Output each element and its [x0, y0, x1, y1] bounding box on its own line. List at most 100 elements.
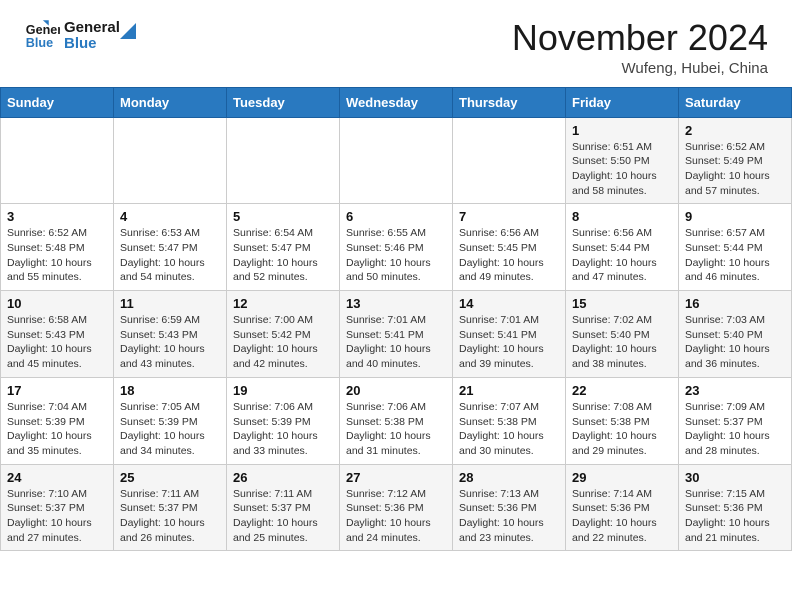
weekday-header-tuesday: Tuesday [227, 87, 340, 117]
logo-triangle-icon [118, 21, 138, 41]
calendar-day-cell: 2 Sunrise: 6:52 AMSunset: 5:49 PMDaylight… [679, 117, 792, 204]
weekday-header-thursday: Thursday [453, 87, 566, 117]
day-info: Sunrise: 7:12 AMSunset: 5:36 PMDaylight:… [346, 487, 446, 546]
weekday-header-monday: Monday [114, 87, 227, 117]
calendar-day-cell [453, 117, 566, 204]
calendar-day-cell: 25Sunrise: 7:11 AMSunset: 5:37 PMDayligh… [114, 464, 227, 551]
day-number: 4 [120, 209, 220, 224]
day-info: Sunrise: 7:00 AMSunset: 5:42 PMDaylight:… [233, 313, 333, 372]
calendar-day-cell: 6 Sunrise: 6:55 AMSunset: 5:46 PMDaylight… [340, 204, 453, 291]
day-info: Sunrise: 6:55 AMSunset: 5:46 PMDaylight:… [346, 226, 446, 285]
weekday-header-friday: Friday [566, 87, 679, 117]
calendar-day-cell: 20 Sunrise: 7:06 AMSunset: 5:38 PMDayligh… [340, 377, 453, 464]
calendar-day-cell: 21Sunrise: 7:07 AMSunset: 5:38 PMDayligh… [453, 377, 566, 464]
calendar-day-cell: 9 Sunrise: 6:57 AMSunset: 5:44 PMDaylight… [679, 204, 792, 291]
page-header: General Blue General Blue November 2024 … [0, 0, 792, 87]
calendar-week-row: 10Sunrise: 6:58 AMSunset: 5:43 PMDayligh… [1, 291, 792, 378]
day-info: Sunrise: 7:03 AMSunset: 5:40 PMDaylight:… [685, 313, 785, 372]
calendar-day-cell: 19 Sunrise: 7:06 AMSunset: 5:39 PMDayligh… [227, 377, 340, 464]
day-number: 23 [685, 383, 785, 398]
day-number: 26 [233, 470, 333, 485]
day-info: Sunrise: 6:59 AMSunset: 5:43 PMDaylight:… [120, 313, 220, 372]
month-title: November 2024 [512, 18, 768, 58]
day-number: 8 [572, 209, 672, 224]
weekday-header-wednesday: Wednesday [340, 87, 453, 117]
day-number: 27 [346, 470, 446, 485]
day-number: 10 [7, 296, 107, 311]
calendar-day-cell: 28Sunrise: 7:13 AMSunset: 5:36 PMDayligh… [453, 464, 566, 551]
calendar-table: SundayMondayTuesdayWednesdayThursdayFrid… [0, 87, 792, 552]
title-block: November 2024 Wufeng, Hubei, China [512, 18, 768, 77]
logo: General Blue General Blue [24, 18, 138, 54]
day-number: 17 [7, 383, 107, 398]
day-info: Sunrise: 7:06 AMSunset: 5:39 PMDaylight:… [233, 400, 333, 459]
day-info: Sunrise: 7:09 AMSunset: 5:37 PMDaylight:… [685, 400, 785, 459]
calendar-day-cell: 17 Sunrise: 7:04 AMSunset: 5:39 PMDayligh… [1, 377, 114, 464]
day-number: 6 [346, 209, 446, 224]
day-number: 9 [685, 209, 785, 224]
day-info: Sunrise: 6:52 AMSunset: 5:48 PMDaylight:… [7, 226, 107, 285]
calendar-header-row: SundayMondayTuesdayWednesdayThursdayFrid… [1, 87, 792, 117]
location: Wufeng, Hubei, China [512, 60, 768, 77]
day-info: Sunrise: 6:52 AMSunset: 5:49 PMDaylight:… [685, 140, 785, 199]
day-info: Sunrise: 7:13 AMSunset: 5:36 PMDaylight:… [459, 487, 559, 546]
calendar-day-cell: 3 Sunrise: 6:52 AMSunset: 5:48 PMDaylight… [1, 204, 114, 291]
day-number: 16 [685, 296, 785, 311]
logo-blue: Blue [64, 36, 120, 53]
calendar-day-cell: 11Sunrise: 6:59 AMSunset: 5:43 PMDayligh… [114, 291, 227, 378]
day-number: 20 [346, 383, 446, 398]
calendar-day-cell: 22Sunrise: 7:08 AMSunset: 5:38 PMDayligh… [566, 377, 679, 464]
svg-text:Blue: Blue [26, 36, 53, 50]
calendar-day-cell: 27 Sunrise: 7:12 AMSunset: 5:36 PMDayligh… [340, 464, 453, 551]
day-info: Sunrise: 7:14 AMSunset: 5:36 PMDaylight:… [572, 487, 672, 546]
calendar-day-cell: 10Sunrise: 6:58 AMSunset: 5:43 PMDayligh… [1, 291, 114, 378]
calendar-week-row: 24 Sunrise: 7:10 AMSunset: 5:37 PMDayligh… [1, 464, 792, 551]
calendar-day-cell: 23 Sunrise: 7:09 AMSunset: 5:37 PMDayligh… [679, 377, 792, 464]
calendar-day-cell [1, 117, 114, 204]
calendar-day-cell: 12 Sunrise: 7:00 AMSunset: 5:42 PMDayligh… [227, 291, 340, 378]
day-info: Sunrise: 7:06 AMSunset: 5:38 PMDaylight:… [346, 400, 446, 459]
calendar-day-cell: 18Sunrise: 7:05 AMSunset: 5:39 PMDayligh… [114, 377, 227, 464]
calendar-week-row: 1Sunrise: 6:51 AMSunset: 5:50 PMDaylight… [1, 117, 792, 204]
calendar-week-row: 17 Sunrise: 7:04 AMSunset: 5:39 PMDayligh… [1, 377, 792, 464]
calendar-day-cell: 26Sunrise: 7:11 AMSunset: 5:37 PMDayligh… [227, 464, 340, 551]
day-number: 1 [572, 123, 672, 138]
day-number: 5 [233, 209, 333, 224]
day-info: Sunrise: 7:04 AMSunset: 5:39 PMDaylight:… [7, 400, 107, 459]
day-number: 14 [459, 296, 559, 311]
calendar-day-cell: 24 Sunrise: 7:10 AMSunset: 5:37 PMDayligh… [1, 464, 114, 551]
day-info: Sunrise: 7:01 AMSunset: 5:41 PMDaylight:… [459, 313, 559, 372]
logo-general: General [64, 20, 120, 37]
calendar-day-cell: 8 Sunrise: 6:56 AMSunset: 5:44 PMDaylight… [566, 204, 679, 291]
day-info: Sunrise: 6:56 AMSunset: 5:44 PMDaylight:… [572, 226, 672, 285]
day-number: 19 [233, 383, 333, 398]
day-number: 30 [685, 470, 785, 485]
weekday-header-saturday: Saturday [679, 87, 792, 117]
day-info: Sunrise: 7:02 AMSunset: 5:40 PMDaylight:… [572, 313, 672, 372]
weekday-header-sunday: Sunday [1, 87, 114, 117]
day-number: 15 [572, 296, 672, 311]
calendar-day-cell [340, 117, 453, 204]
calendar-day-cell: 5Sunrise: 6:54 AMSunset: 5:47 PMDaylight… [227, 204, 340, 291]
logo-icon: General Blue [24, 18, 60, 54]
day-number: 24 [7, 470, 107, 485]
calendar-day-cell: 30 Sunrise: 7:15 AMSunset: 5:36 PMDayligh… [679, 464, 792, 551]
day-number: 12 [233, 296, 333, 311]
day-info: Sunrise: 7:08 AMSunset: 5:38 PMDaylight:… [572, 400, 672, 459]
day-number: 2 [685, 123, 785, 138]
day-number: 3 [7, 209, 107, 224]
day-number: 18 [120, 383, 220, 398]
calendar-day-cell [227, 117, 340, 204]
day-info: Sunrise: 6:57 AMSunset: 5:44 PMDaylight:… [685, 226, 785, 285]
day-number: 29 [572, 470, 672, 485]
day-info: Sunrise: 7:01 AMSunset: 5:41 PMDaylight:… [346, 313, 446, 372]
day-info: Sunrise: 7:11 AMSunset: 5:37 PMDaylight:… [120, 487, 220, 546]
day-info: Sunrise: 7:07 AMSunset: 5:38 PMDaylight:… [459, 400, 559, 459]
day-info: Sunrise: 7:15 AMSunset: 5:36 PMDaylight:… [685, 487, 785, 546]
calendar-day-cell: 16 Sunrise: 7:03 AMSunset: 5:40 PMDayligh… [679, 291, 792, 378]
calendar-day-cell: 7Sunrise: 6:56 AMSunset: 5:45 PMDaylight… [453, 204, 566, 291]
day-info: Sunrise: 6:53 AMSunset: 5:47 PMDaylight:… [120, 226, 220, 285]
day-info: Sunrise: 7:10 AMSunset: 5:37 PMDaylight:… [7, 487, 107, 546]
calendar-day-cell: 29 Sunrise: 7:14 AMSunset: 5:36 PMDayligh… [566, 464, 679, 551]
calendar-day-cell: 1Sunrise: 6:51 AMSunset: 5:50 PMDaylight… [566, 117, 679, 204]
